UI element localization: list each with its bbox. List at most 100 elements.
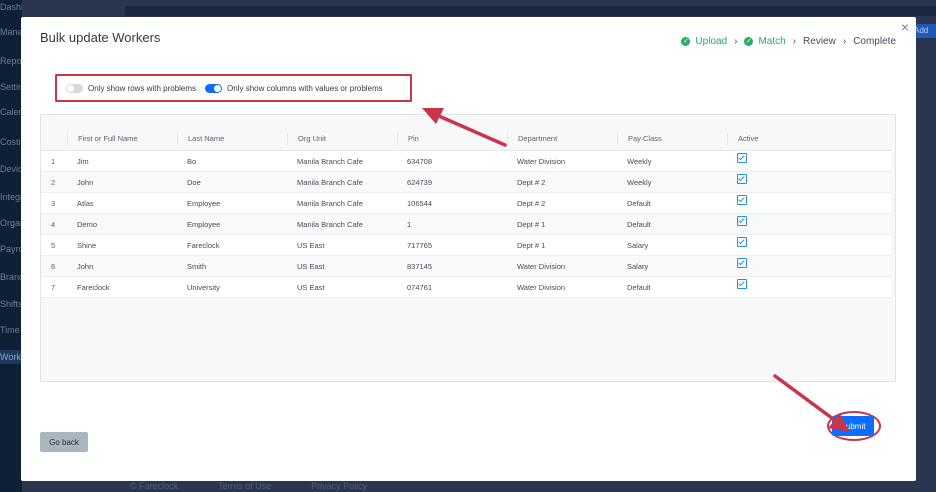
cell-first[interactable]: Jim [67, 150, 177, 172]
cell-first[interactable]: Fareclock [67, 276, 177, 298]
column-header-pay-class[interactable]: Pay Class [617, 128, 727, 151]
table-row[interactable]: 3 Atlas Employee Manila Branch Cafe 106544 De… [41, 192, 891, 214]
sidebar-item[interactable]: Payroll [0, 242, 22, 256]
submit-button[interactable]: Submit [832, 416, 874, 436]
cell-pay[interactable]: Weekly [617, 150, 727, 172]
checkbox-checked-icon[interactable] [737, 174, 747, 184]
sidebar-item[interactable]: Time Off [0, 323, 22, 337]
checkbox-checked-icon[interactable] [737, 153, 747, 163]
cell-first[interactable]: Atlas [67, 192, 177, 214]
check-circle-icon: ✓ [744, 37, 754, 46]
terms-link[interactable]: Terms of Use [218, 481, 271, 491]
cell-pin[interactable]: 634708 [397, 150, 507, 172]
cell-pin[interactable]: 074761 [397, 276, 507, 298]
cell-pay[interactable]: Default [617, 192, 727, 214]
checkbox-checked-icon[interactable] [737, 237, 747, 247]
cell-active[interactable] [727, 213, 891, 235]
sidebar-item[interactable]: Reports [0, 54, 22, 68]
sidebar-item[interactable]: Costing [0, 135, 22, 149]
cell-dept[interactable]: Water Division [507, 150, 617, 172]
column-header-first-name[interactable]: First or Full Name [67, 128, 177, 151]
column-header-department[interactable]: Department [507, 128, 617, 151]
add-button[interactable]: Add [914, 24, 936, 38]
cell-org[interactable]: US East [287, 276, 397, 298]
review-table-container[interactable]: First or Full Name Last Name Org Unit Pi… [40, 114, 896, 382]
cell-active[interactable] [727, 255, 891, 277]
cell-dept[interactable]: Dept # 2 [507, 192, 617, 214]
checkbox-checked-icon[interactable] [737, 279, 747, 289]
cell-first[interactable]: John [67, 255, 177, 277]
chevron-right-icon: › [734, 36, 738, 47]
checkbox-checked-icon[interactable] [737, 216, 747, 226]
check-circle-icon: ✓ [681, 37, 691, 46]
rows-with-problems-toggle[interactable] [66, 83, 83, 93]
cell-pay[interactable]: Default [617, 213, 727, 235]
cell-first[interactable]: Shine [67, 234, 177, 256]
cell-active[interactable] [727, 276, 891, 298]
cell-pay[interactable]: Salary [617, 234, 727, 256]
sidebar-item[interactable]: Integrations [0, 190, 22, 204]
step-complete: Complete [853, 36, 896, 47]
column-header-org-unit[interactable]: Org Unit [287, 128, 397, 151]
checkbox-checked-icon[interactable] [737, 195, 747, 205]
sidebar-item[interactable]: Dashboard [0, 0, 22, 14]
sidebar-item[interactable]: Branches [0, 270, 22, 284]
cell-active[interactable] [727, 150, 891, 172]
row-index: 6 [41, 255, 67, 277]
sidebar-item[interactable]: Shifts [0, 297, 22, 311]
cell-active[interactable] [727, 171, 891, 193]
cell-last[interactable]: University [177, 276, 287, 298]
cell-active[interactable] [727, 192, 891, 214]
table-row[interactable]: 5 Shine Fareclock US East 717765 Dept # 1 Sala… [41, 234, 891, 256]
privacy-link[interactable]: Privacy Policy [311, 481, 367, 491]
cell-org[interactable]: Manila Branch Cafe [287, 213, 397, 235]
close-icon[interactable]: × [898, 20, 912, 34]
cell-org[interactable]: Manila Branch Cafe [287, 192, 397, 214]
cell-dept[interactable]: Water Division [507, 276, 617, 298]
cell-last[interactable]: Smith [177, 255, 287, 277]
table-row[interactable]: 4 Demo Employee Manila Branch Cafe 1 Dept # 1… [41, 213, 891, 235]
cell-pin[interactable]: 837145 [397, 255, 507, 277]
cell-pin[interactable]: 624739 [397, 171, 507, 193]
cell-active[interactable] [727, 234, 891, 256]
cell-last[interactable]: Fareclock [177, 234, 287, 256]
cell-last[interactable]: Doe [177, 171, 287, 193]
sidebar-item[interactable]: Workers [0, 350, 22, 364]
sidebar-item[interactable]: Organization [0, 216, 22, 230]
checkbox-checked-icon[interactable] [737, 258, 747, 268]
sidebar-item[interactable]: Devices [0, 162, 22, 176]
table-row[interactable]: 7 Fareclock University US East 074761 Water D… [41, 276, 891, 298]
cell-first[interactable]: John [67, 171, 177, 193]
cell-pay[interactable]: Salary [617, 255, 727, 277]
cell-pin[interactable]: 717765 [397, 234, 507, 256]
cell-first[interactable]: Demo [67, 213, 177, 235]
cell-org[interactable]: US East [287, 255, 397, 277]
columns-with-values-toggle[interactable] [205, 83, 223, 93]
sidebar-item[interactable]: Manage [0, 25, 22, 39]
sidebar-item[interactable]: Calendar [0, 105, 22, 119]
table-row[interactable]: 2 John Doe Manila Branch Cafe 624739 Dept # 2… [41, 171, 891, 193]
cell-last[interactable]: Bo [177, 150, 287, 172]
column-header-last-name[interactable]: Last Name [177, 128, 287, 151]
column-header-pin[interactable]: Pin [397, 128, 507, 151]
table-row[interactable]: 6 John Smith US East 837145 Water Division Sal… [41, 255, 891, 277]
cell-pin[interactable]: 106544 [397, 192, 507, 214]
cell-dept[interactable]: Dept # 1 [507, 213, 617, 235]
table-header-row: First or Full Name Last Name Org Unit Pi… [41, 128, 891, 151]
column-header-active[interactable]: Active [727, 128, 891, 151]
cell-pin[interactable]: 1 [397, 213, 507, 235]
sidebar-item[interactable]: Settings [0, 80, 22, 94]
cell-org[interactable]: Manila Branch Cafe [287, 150, 397, 172]
cell-last[interactable]: Employee [177, 213, 287, 235]
cell-org[interactable]: Manila Branch Cafe [287, 171, 397, 193]
cell-dept[interactable]: Dept # 1 [507, 234, 617, 256]
cell-pay[interactable]: Weekly [617, 171, 727, 193]
cell-dept[interactable]: Dept # 2 [507, 171, 617, 193]
cell-last[interactable]: Employee [177, 192, 287, 214]
go-back-button[interactable]: Go back [40, 432, 88, 452]
table-row[interactable]: 1 Jim Bo Manila Branch Cafe 634708 Water Divi… [41, 150, 891, 172]
cell-pay[interactable]: Default [617, 276, 727, 298]
cell-org[interactable]: US East [287, 234, 397, 256]
step-upload: ✓ Upload [681, 36, 727, 47]
cell-dept[interactable]: Water Division [507, 255, 617, 277]
